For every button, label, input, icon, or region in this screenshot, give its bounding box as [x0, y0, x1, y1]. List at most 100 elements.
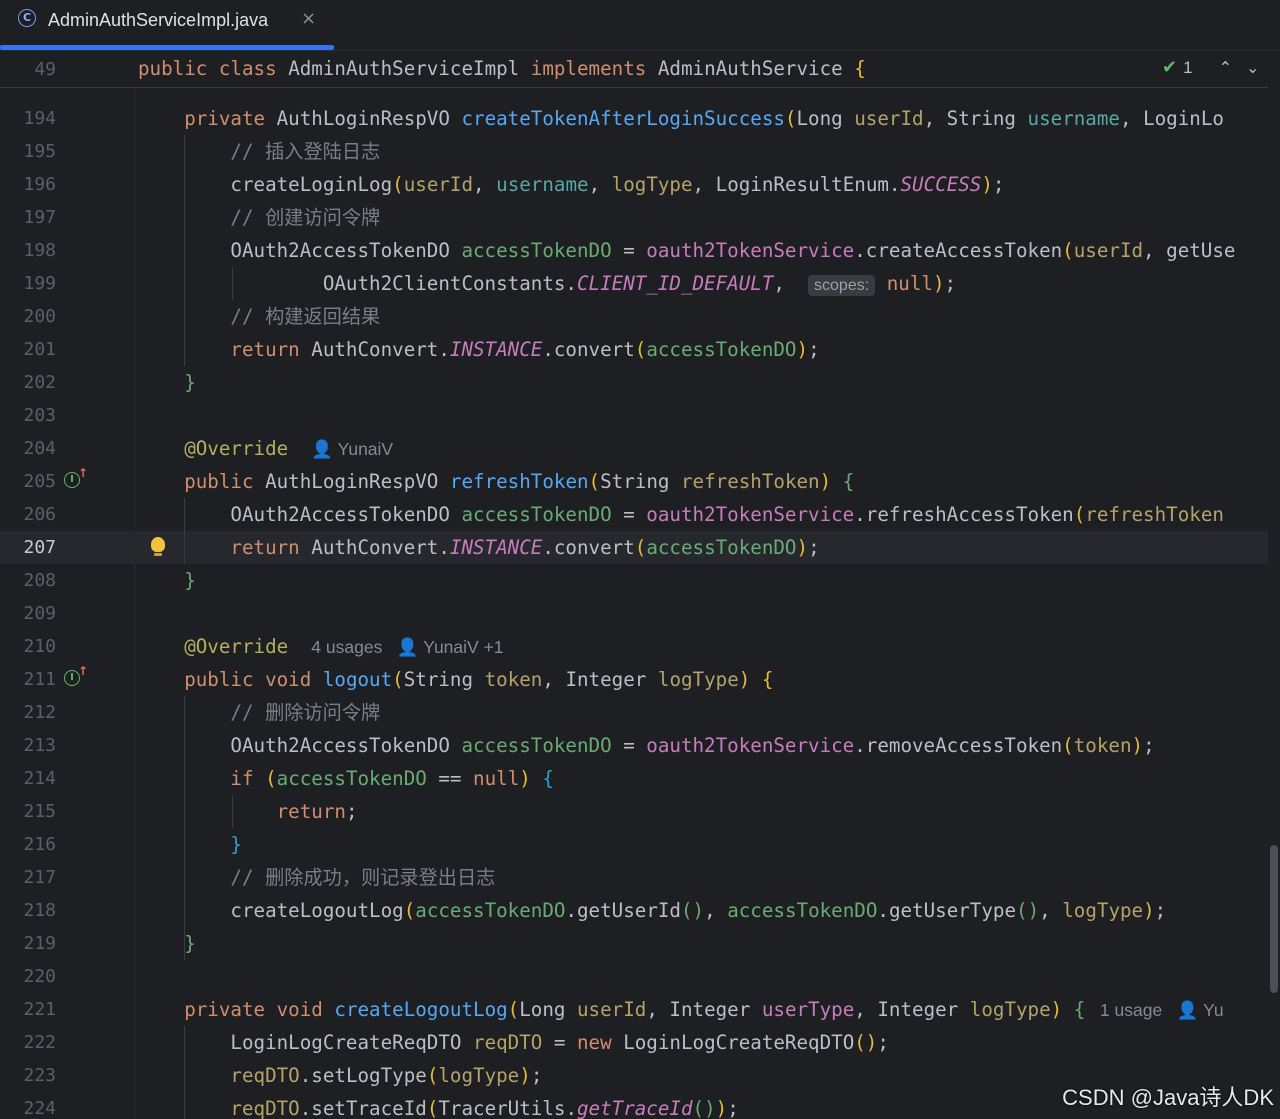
code-line[interactable]: 201 return AuthConvert.INSTANCE.convert(…: [0, 333, 1268, 366]
indent-guide: [184, 1026, 185, 1119]
code-token: ;: [992, 173, 1005, 196]
line-number: 212: [23, 702, 56, 723]
code-token: public: [138, 668, 266, 691]
code-line[interactable]: 197 // 创建访问令牌: [0, 201, 1268, 234]
code-line[interactable]: 207 return AuthConvert.INSTANCE.convert(…: [0, 531, 1268, 564]
line-number: 209: [23, 603, 56, 624]
code-line[interactable]: 195 // 插入登陆日志: [0, 135, 1268, 168]
code-line[interactable]: 214 if (accessTokenDO == null) {: [0, 762, 1268, 795]
inspection-widget[interactable]: ✔ 1 ⌃ ⌄: [1162, 56, 1259, 80]
code-line[interactable]: 211 public void logout(String token, Int…: [0, 663, 1268, 696]
code-token: accessTokenDO: [415, 899, 566, 922]
code-token: public: [138, 57, 219, 80]
implements-method-icon[interactable]: [64, 665, 88, 686]
code-line[interactable]: 220: [0, 960, 1268, 993]
scrollbar-thumb[interactable]: [1270, 845, 1278, 993]
line-number: 219: [23, 933, 56, 954]
code-token: Long: [519, 998, 577, 1021]
code-token: reqDTO: [138, 1097, 300, 1119]
code-area[interactable]: 194 private AuthLoginRespVO createTokenA…: [0, 51, 1268, 1119]
code-line[interactable]: 215 return;: [0, 795, 1268, 828]
code-line[interactable]: 208 }: [0, 564, 1268, 597]
code-token: ): [738, 668, 762, 691]
code-token: String: [403, 668, 485, 691]
line-number: 218: [23, 900, 56, 921]
code-token: (: [1073, 503, 1086, 526]
code-line[interactable]: 219 }: [0, 927, 1268, 960]
code-token: TracerUtils.: [438, 1097, 577, 1119]
code-text: @Override 4 usages 👤 YunaiV +1: [138, 630, 503, 664]
code-line[interactable]: 196 createLoginLog(userId, username, log…: [0, 168, 1268, 201]
code-line[interactable]: 200 // 构建返回结果: [0, 300, 1268, 333]
implements-method-icon[interactable]: [64, 467, 88, 488]
code-line[interactable]: 205 public AuthLoginRespVO refreshToken(…: [0, 465, 1268, 498]
line-number: 213: [23, 735, 56, 756]
code-line[interactable]: 210 @Override 4 usages 👤 YunaiV +1: [0, 630, 1268, 663]
inlay-hint[interactable]: 👤 YunaiV: [311, 439, 393, 459]
code-line[interactable]: 213 OAuth2AccessTokenDO accessTokenDO = …: [0, 729, 1268, 762]
indent-guide: [232, 795, 233, 828]
code-token: }: [138, 833, 242, 856]
code-token: (): [1016, 899, 1040, 922]
code-line[interactable]: 194 private AuthLoginRespVO createTokenA…: [0, 102, 1268, 135]
code-line[interactable]: 222 LoginLogCreateReqDTO reqDTO = new Lo…: [0, 1026, 1268, 1059]
code-line[interactable]: 212 // 删除访问令牌: [0, 696, 1268, 729]
code-line[interactable]: 209: [0, 597, 1268, 630]
active-tab-indicator: [0, 45, 334, 50]
code-line[interactable]: 218 createLogoutLog(accessTokenDO.getUse…: [0, 894, 1268, 927]
code-token: INSTANCE: [449, 338, 543, 361]
code-token: }: [138, 932, 196, 955]
code-text: return;: [138, 795, 358, 828]
code-line[interactable]: 198 OAuth2AccessTokenDO accessTokenDO = …: [0, 234, 1268, 267]
code-token: username: [1027, 107, 1120, 130]
line-number: 216: [23, 834, 56, 855]
vertical-scrollbar[interactable]: [1268, 51, 1280, 1119]
code-token: .getUserId: [565, 899, 681, 922]
code-text: public AuthLoginRespVO refreshToken(Stri…: [138, 465, 854, 498]
code-token: logType: [611, 173, 693, 196]
code-token: .removeAccessToken: [854, 734, 1063, 757]
code-token: ;: [727, 1097, 739, 1119]
code-editor[interactable]: 194 private AuthLoginRespVO createTokenA…: [0, 51, 1280, 1119]
code-text: }: [138, 564, 196, 597]
close-tab-icon[interactable]: ×: [301, 8, 316, 30]
code-line[interactable]: 199 OAuth2ClientConstants.CLIENT_ID_DEFA…: [0, 267, 1268, 300]
line-number: 199: [23, 273, 56, 294]
code-token: OAuth2AccessTokenDO: [138, 734, 462, 757]
previous-highlight-icon[interactable]: ⌃: [1219, 58, 1232, 78]
code-token: ): [796, 536, 809, 559]
code-token: // 插入登陆日志: [138, 140, 381, 163]
indent-guide: [184, 498, 185, 564]
code-token: // 构建返回结果: [138, 305, 381, 328]
code-token: createLoginLog: [138, 173, 393, 196]
code-token: Integer: [669, 998, 762, 1021]
code-text: // 构建返回结果: [138, 300, 380, 333]
line-number: 208: [23, 570, 56, 591]
code-line[interactable]: 203: [0, 399, 1268, 432]
next-highlight-icon[interactable]: ⌄: [1246, 58, 1259, 78]
code-token: (: [426, 1097, 439, 1119]
code-token: // 创建访问令牌: [138, 206, 381, 229]
code-token: createLogoutLog: [334, 998, 508, 1021]
code-line[interactable]: 221 private void createLogoutLog(Long us…: [0, 993, 1268, 1026]
code-line[interactable]: 204 @Override 👤 YunaiV: [0, 432, 1268, 465]
inlay-hint[interactable]: 1 usage 👤 Yu: [1085, 1000, 1224, 1020]
code-line[interactable]: 202 }: [0, 366, 1268, 399]
line-number: 223: [23, 1065, 56, 1086]
code-token: implements: [530, 57, 658, 80]
code-token: accessTokenDO: [727, 899, 878, 922]
code-line[interactable]: 206 OAuth2AccessTokenDO accessTokenDO = …: [0, 498, 1268, 531]
code-token: ): [796, 338, 809, 361]
tab-admin-auth-service-impl[interactable]: AdminAuthServiceImpl.java ×: [0, 0, 334, 50]
line-number: 207: [23, 537, 56, 558]
code-token: if: [138, 767, 266, 790]
code-token: =: [611, 734, 647, 757]
code-line[interactable]: 216 }: [0, 828, 1268, 861]
code-text: }: [138, 828, 242, 861]
inlay-hint[interactable]: 4 usages 👤 YunaiV +1: [311, 637, 503, 657]
code-token: (: [403, 899, 416, 922]
line-number: 210: [23, 636, 56, 657]
sticky-header-line[interactable]: 49 public class AdminAuthServiceImpl imp…: [0, 51, 1268, 88]
code-line[interactable]: 217 // 删除成功，则记录登出日志: [0, 861, 1268, 894]
